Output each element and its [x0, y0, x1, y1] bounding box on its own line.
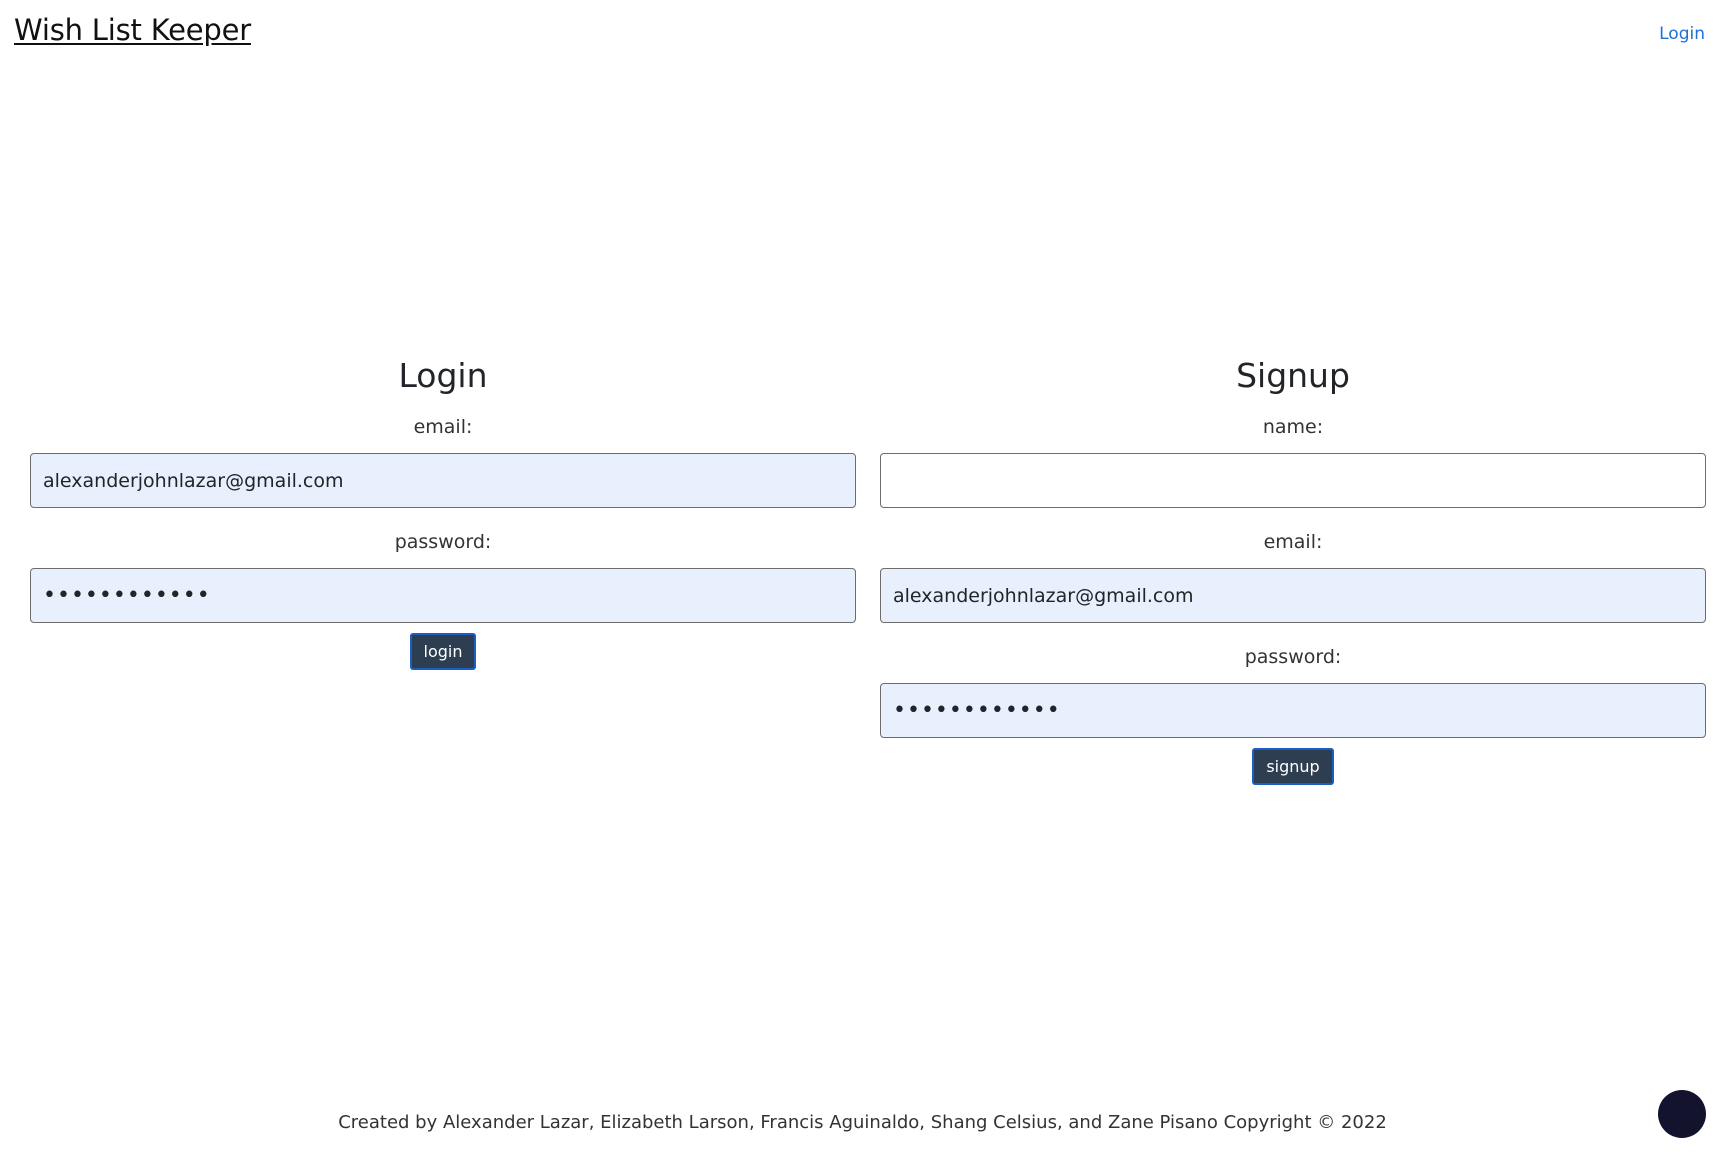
- login-password-label: password:: [394, 531, 492, 553]
- signup-email-input[interactable]: [880, 568, 1706, 623]
- signup-button-wrap: signup: [880, 738, 1706, 786]
- footer-credits: Created by Alexander Lazar, Elizabeth La…: [338, 1112, 1387, 1133]
- signup-title: Signup: [1236, 356, 1350, 395]
- page: Wish List Keeper Login Login email: pass…: [0, 0, 1725, 1156]
- site-footer: Created by Alexander Lazar, Elizabeth La…: [0, 1112, 1725, 1133]
- login-button[interactable]: login: [409, 633, 477, 670]
- signup-name-label: name:: [1262, 416, 1324, 438]
- signup-password-label: password:: [1244, 646, 1342, 668]
- login-title: Login: [398, 356, 488, 395]
- signup-email-label: email:: [1263, 531, 1323, 553]
- signup-name-input[interactable]: [880, 453, 1706, 508]
- login-email-label: email:: [413, 416, 473, 438]
- login-password-input[interactable]: [30, 568, 856, 623]
- login-form: Login email: password: login: [30, 355, 856, 671]
- signup-form: Signup name: email: password: signup: [880, 355, 1706, 786]
- nav-login-link[interactable]: Login: [1659, 24, 1705, 44]
- brand-link[interactable]: Wish List Keeper: [14, 13, 251, 47]
- signup-button[interactable]: signup: [1252, 748, 1334, 785]
- floating-action-button[interactable]: [1658, 1090, 1706, 1138]
- site-header: Wish List Keeper Login: [0, 0, 1725, 70]
- login-button-wrap: login: [30, 623, 856, 671]
- login-email-input[interactable]: [30, 453, 856, 508]
- signup-password-input[interactable]: [880, 683, 1706, 738]
